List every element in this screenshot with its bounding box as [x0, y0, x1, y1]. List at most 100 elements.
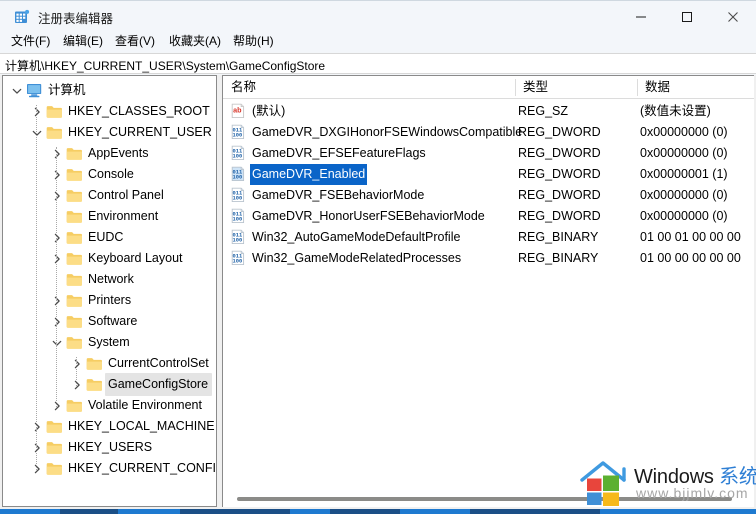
menu-item-0[interactable]: 文件(F) — [8, 33, 53, 50]
value-row[interactable]: 011 100 GameDVR_FSEBehaviorMode REG_DWORD 0x… — [223, 185, 754, 206]
chevron-right-icon[interactable] — [29, 461, 45, 477]
chevron-right-icon[interactable] — [29, 419, 45, 435]
value-name: Win32_AutoGameModeDefaultProfile — [252, 230, 461, 244]
chevron-right-icon[interactable] — [49, 293, 65, 309]
column-divider[interactable] — [515, 79, 516, 96]
tree-item-console[interactable]: Console — [49, 164, 138, 185]
value-data: 0x00000001 (1) — [640, 167, 728, 181]
value-name: GameDVR_HonorUserFSEBehaviorMode — [252, 209, 485, 223]
chevron-right-icon[interactable] — [49, 146, 65, 162]
chevron-right-icon[interactable] — [49, 398, 65, 414]
chevron-right-icon[interactable] — [49, 230, 65, 246]
minimize-button[interactable] — [618, 1, 664, 32]
chevron-right-icon[interactable] — [29, 104, 45, 120]
window-title: 注册表编辑器 — [38, 12, 114, 26]
tree-item-printers[interactable]: Printers — [49, 290, 135, 311]
chevron-down-icon[interactable] — [9, 83, 25, 99]
svg-text:100: 100 — [233, 133, 243, 139]
value-row[interactable]: 011 100 GameDVR_DXGIHonorFSEWindowsCompati… — [223, 122, 754, 143]
tree-item-environment[interactable]: Environment — [49, 206, 162, 227]
value-name: GameDVR_FSEBehaviorMode — [252, 188, 425, 202]
value-row[interactable]: 011 100 GameDVR_HonorUserFSEBehaviorMode RE… — [223, 206, 754, 227]
menu-item-2[interactable]: 查看(V) — [112, 33, 158, 50]
folder-icon — [65, 209, 83, 225]
tree-item-hkey-users[interactable]: HKEY_USERS — [29, 437, 156, 458]
menu-item-4[interactable]: 帮助(H) — [230, 33, 277, 50]
maximize-icon — [682, 11, 692, 22]
folder-icon — [45, 440, 63, 456]
address-bar[interactable]: 计算机\HKEY_CURRENT_USER\System\GameConfigS… — [0, 53, 756, 74]
close-button[interactable] — [710, 1, 756, 32]
chevron-down-icon[interactable] — [29, 125, 45, 141]
chevron-right-icon[interactable] — [69, 377, 85, 393]
column-header-2[interactable]: 数据 — [637, 76, 754, 98]
chevron-right-icon[interactable] — [69, 356, 85, 372]
column-header-0[interactable]: 名称 — [223, 76, 515, 98]
value-type: REG_DWORD — [518, 125, 601, 139]
menu-item-3[interactable]: 收藏夹(A) — [166, 33, 224, 50]
tree-item-hkey-current-config[interactable]: HKEY_CURRENT_CONFIG — [29, 458, 216, 479]
tree-item-keyboard-layout[interactable]: Keyboard Layout — [49, 248, 187, 269]
tree-item-label: Volatile Environment — [88, 398, 202, 412]
binary-value-icon: 011 100 — [230, 145, 246, 161]
taskbar-segment — [470, 509, 600, 514]
menu-bar: 文件(F) 编辑(E) 查看(V) 收藏夹(A) 帮助(H) — [0, 31, 756, 52]
value-row[interactable]: 011 100 GameDVR_EFSEFeatureFlags REG_DWORD 0… — [223, 143, 754, 164]
value-name: GameDVR_Enabled — [250, 164, 368, 185]
tree-item-software[interactable]: Software — [49, 311, 141, 332]
tree-item-hkey-local-machine[interactable]: HKEY_LOCAL_MACHINE — [29, 416, 216, 437]
close-icon — [728, 11, 738, 22]
value-type: REG_DWORD — [518, 188, 601, 202]
tree-item-hkey-classes-root[interactable]: HKEY_CLASSES_ROOT — [29, 101, 214, 122]
chevron-down-icon[interactable] — [49, 335, 65, 351]
tree-item-currentcontrolset[interactable]: CurrentControlSet — [69, 353, 213, 374]
tree-item-control-panel[interactable]: Control Panel — [49, 185, 168, 206]
tree-item-volatile-environment[interactable]: Volatile Environment — [49, 395, 206, 416]
watermark: Windows 系统之家 www.bjjmlv.com — [578, 458, 756, 512]
chevron-right-icon[interactable] — [49, 314, 65, 330]
tree-item-hkey-current-user[interactable]: HKEY_CURRENT_USER — [29, 122, 216, 143]
taskbar-strip — [0, 509, 756, 514]
svg-text:100: 100 — [233, 196, 243, 202]
tree-item-label: HKEY_LOCAL_MACHINE — [68, 419, 215, 433]
value-row[interactable]: 011 100 Win32_GameModeRelatedProcesses REG_… — [223, 248, 754, 269]
maximize-button[interactable] — [664, 1, 710, 32]
values-list-pane[interactable]: 名称 类型 数据 ab (默认) REG_SZ (数值未设置) 011 100 GameDVR_… — [222, 75, 754, 507]
value-type: REG_SZ — [518, 104, 569, 118]
svg-text:100: 100 — [233, 154, 243, 160]
tree-item-[interactable]: 计算机 — [9, 80, 90, 101]
registry-tree[interactable]: 计算机 HKEY_CLASSES_ROOT HKEY_CURRENT_USER App… — [2, 75, 217, 507]
tree-item-system[interactable]: System — [49, 332, 134, 353]
value-data: (数值未设置) — [640, 104, 711, 118]
tree-item-appevents[interactable]: AppEvents — [49, 143, 152, 164]
chevron-right-icon[interactable] — [29, 440, 45, 456]
value-data: 0x00000000 (0) — [640, 146, 728, 160]
folder-icon — [65, 398, 83, 414]
tree-item-network[interactable]: Network — [49, 269, 138, 290]
value-row[interactable]: ab (默认) REG_SZ (数值未设置) — [223, 101, 754, 122]
column-header-1[interactable]: 类型 — [515, 76, 637, 98]
tree-item-label: HKEY_USERS — [68, 440, 153, 454]
folder-icon — [65, 188, 83, 204]
chevron-right-icon[interactable] — [49, 188, 65, 204]
column-divider[interactable] — [637, 79, 638, 96]
tree-item-label: HKEY_CLASSES_ROOT — [68, 104, 210, 118]
chevron-right-icon[interactable] — [49, 167, 65, 183]
tree-item-gameconfigstore[interactable]: GameConfigStore — [69, 373, 213, 396]
menu-item-1[interactable]: 编辑(E) — [60, 33, 106, 50]
tree-item-eudc[interactable]: EUDC — [49, 227, 127, 248]
tree-item-label: EUDC — [88, 230, 124, 244]
value-name: Win32_GameModeRelatedProcesses — [252, 251, 462, 265]
folder-icon — [85, 377, 103, 393]
value-data: 01 00 00 00 00 00 — [640, 251, 741, 265]
value-row[interactable]: 011 100 GameDVR_Enabled REG_DWORD 0x00000001… — [223, 164, 754, 185]
registry-editor-icon — [14, 9, 30, 25]
chevron-right-icon[interactable] — [49, 251, 65, 267]
tree-item-label: GameConfigStore — [105, 373, 213, 396]
value-type: REG_DWORD — [518, 167, 601, 181]
value-row[interactable]: 011 100 Win32_AutoGameModeDefaultProfile RE… — [223, 227, 754, 248]
value-type: REG_BINARY — [518, 251, 599, 265]
minimize-icon — [636, 16, 646, 17]
svg-text:100: 100 — [233, 238, 243, 244]
tree-item-label: Console — [88, 167, 134, 181]
